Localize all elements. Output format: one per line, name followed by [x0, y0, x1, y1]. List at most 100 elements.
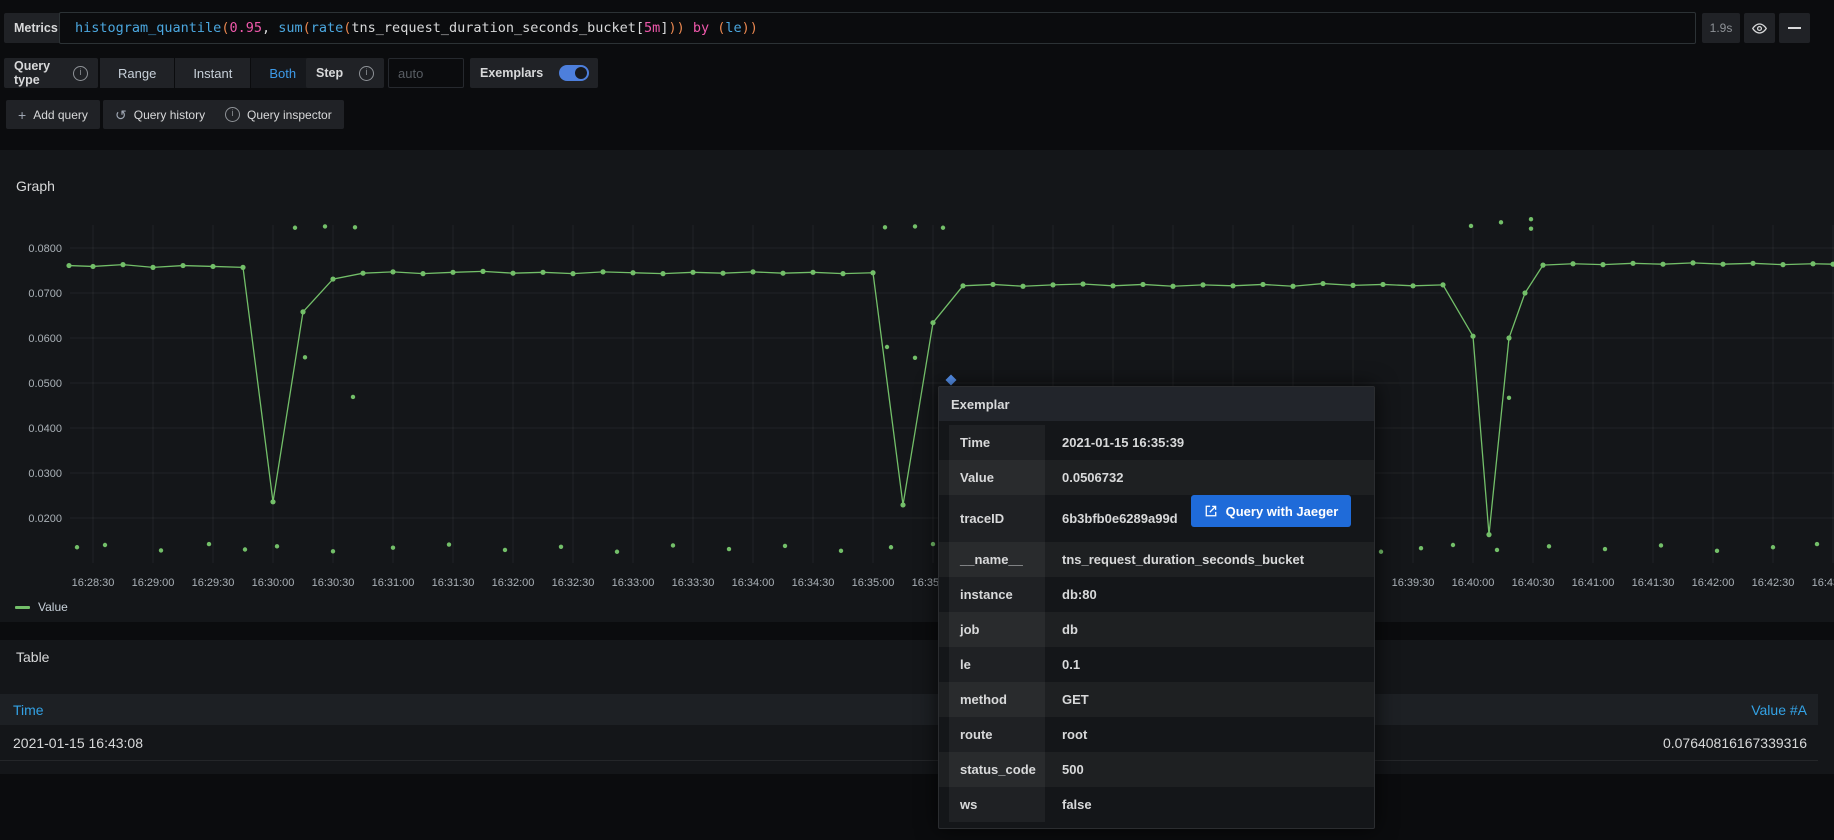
table-column-header-value[interactable]: Value #A	[1751, 702, 1807, 718]
field-label: instance	[949, 577, 1045, 612]
query-token: 5m	[644, 20, 660, 36]
field-label: ws	[949, 787, 1045, 822]
y-tick-label: 0.0200	[28, 513, 62, 525]
field-value: db:80	[1062, 577, 1097, 612]
table-header-row: Time Value #A	[0, 694, 1818, 725]
exemplar-field-le: le0.1	[939, 647, 1374, 682]
exemplar-tooltip-header: Exemplar	[939, 387, 1374, 421]
x-tick-label: 16:35:00	[852, 577, 895, 589]
x-tick-label: 16:30:30	[312, 577, 355, 589]
query-token: [	[636, 20, 644, 36]
query-token: ,	[262, 20, 278, 36]
info-icon: i	[225, 107, 240, 122]
time-series-chart[interactable]: 0.0800 0.0700 0.0600 0.0500 0.0400 0.0300 0.02…	[0, 150, 1834, 622]
axis-tick-labels: 0.0800 0.0700 0.0600 0.0500 0.0400 0.0300 0.02…	[28, 243, 1834, 589]
exemplars-chip: Exemplars	[470, 58, 553, 88]
legend-label: Value	[38, 600, 68, 614]
x-tick-label: 16:40:30	[1512, 577, 1555, 589]
query-input[interactable]: histogram_quantile(0.95, sum(rate(tns_re…	[59, 12, 1696, 44]
y-tick-label: 0.0500	[28, 378, 62, 390]
x-tick-label: 16:30:00	[252, 577, 295, 589]
field-value: 500	[1062, 752, 1084, 787]
x-tick-label: 16:34:30	[792, 577, 835, 589]
query-history-button[interactable]: ↺ Query history	[103, 100, 217, 129]
field-value: db	[1062, 612, 1078, 647]
field-value: 6b3bfb0e6289a99d	[1062, 495, 1178, 542]
y-tick-label: 0.0300	[28, 468, 62, 480]
query-type-option-both[interactable]: Both	[251, 58, 314, 88]
table-row[interactable]: 2021-01-15 16:43:080.07640816167339316	[0, 725, 1818, 761]
exemplar-field-route: routeroot	[939, 717, 1374, 752]
toggle-on-icon	[559, 65, 589, 81]
table-cell-value: 0.07640816167339316	[1663, 735, 1807, 751]
x-tick-label: 16:40:00	[1452, 577, 1495, 589]
query-token: ))	[668, 20, 684, 36]
x-tick-label: 16:42:00	[1692, 577, 1735, 589]
table-column-header-time[interactable]: Time	[13, 702, 44, 718]
step-input[interactable]	[388, 58, 464, 88]
exemplar-field-traceID: traceID 6b3bfb0e6289a99d Query with Jaeger	[939, 495, 1374, 542]
query-token: (	[303, 20, 311, 36]
x-tick-label: 16:29:00	[132, 577, 175, 589]
x-tick-label: 16:32:30	[552, 577, 595, 589]
plus-icon: +	[18, 108, 26, 122]
exemplar-field-job: jobdb	[939, 612, 1374, 647]
exemplar-tooltip-body: Time2021-01-15 16:35:39Value0.0506732tra…	[939, 421, 1374, 828]
legend-item-value[interactable]: Value	[15, 600, 68, 614]
exemplar-field-name: __name__tns_request_duration_seconds_buc…	[939, 542, 1374, 577]
graph-panel: Graph 0.08000.07000.06000.05000.04000.03…	[0, 150, 1834, 622]
query-token: sum	[278, 20, 302, 36]
field-label: traceID	[949, 495, 1045, 542]
field-label: __name__	[949, 542, 1045, 577]
query-elapsed-time: 1.9s	[1702, 13, 1740, 43]
exemplar-field-instance: instance db:80	[939, 577, 1374, 612]
exemplars-toggle[interactable]	[550, 58, 598, 88]
field-value: root	[1062, 717, 1087, 752]
query-token: le	[725, 20, 741, 36]
query-inspector-button[interactable]: i Query inspector	[213, 100, 344, 129]
query-type-option-instant[interactable]: Instant	[175, 58, 250, 88]
field-label: method	[949, 682, 1045, 717]
query-token: tns_request_duration_seconds_bucket	[351, 20, 635, 36]
query-with-jaeger-button[interactable]: Query with Jaeger	[1191, 495, 1352, 527]
query-history-label: Query history	[134, 108, 205, 122]
query-token: 0.95	[229, 20, 262, 36]
field-label: Value	[949, 460, 1045, 495]
exemplar-field-Value: Value0.0506732	[939, 460, 1374, 495]
field-value: false	[1062, 787, 1092, 822]
query-token: rate	[311, 20, 344, 36]
remove-query-button[interactable]	[1779, 13, 1810, 43]
query-token: ))	[742, 20, 758, 36]
field-label: job	[949, 612, 1045, 647]
x-tick-label: 16:32:00	[492, 577, 535, 589]
selected-exemplar-diamond[interactable]	[946, 374, 957, 385]
info-icon[interactable]: i	[359, 66, 374, 81]
y-tick-label: 0.0400	[28, 423, 62, 435]
exemplar-field-statuscode: status_code 500	[939, 752, 1374, 787]
field-label: status_code	[949, 752, 1045, 787]
x-tick-label: 16:34:00	[732, 577, 775, 589]
exemplar-field-ws: wsfalse	[939, 787, 1374, 822]
query-inspector-label: Query inspector	[247, 108, 332, 122]
exemplar-tooltip: Exemplar Time2021-01-15 16:35:39Value0.0…	[938, 386, 1375, 829]
y-tick-label: 0.0800	[28, 243, 62, 255]
jaeger-button-label: Query with Jaeger	[1226, 504, 1339, 519]
query-type-segmented-control: RangeInstantBoth	[100, 58, 314, 88]
query-token: by	[693, 20, 709, 36]
x-tick-label: 16:31:30	[432, 577, 475, 589]
query-type-option-range[interactable]: Range	[100, 58, 174, 88]
add-query-button[interactable]: + Add query	[6, 100, 100, 129]
x-tick-label: 16:33:00	[612, 577, 655, 589]
exemplars-label: Exemplars	[480, 66, 543, 80]
x-tick-label: 16:42:30	[1752, 577, 1795, 589]
minus-icon	[1788, 27, 1801, 29]
field-value: 2021-01-15 16:35:39	[1062, 425, 1184, 460]
y-tick-label: 0.0700	[28, 288, 62, 300]
x-tick-label: 16:28:30	[72, 577, 115, 589]
y-tick-label: 0.0600	[28, 333, 62, 345]
hide-response-button[interactable]	[1744, 13, 1775, 43]
info-icon[interactable]: i	[73, 66, 88, 81]
add-query-label: Add query	[33, 108, 88, 122]
table-panel-title[interactable]: Table	[16, 649, 49, 665]
query-token	[685, 20, 693, 36]
